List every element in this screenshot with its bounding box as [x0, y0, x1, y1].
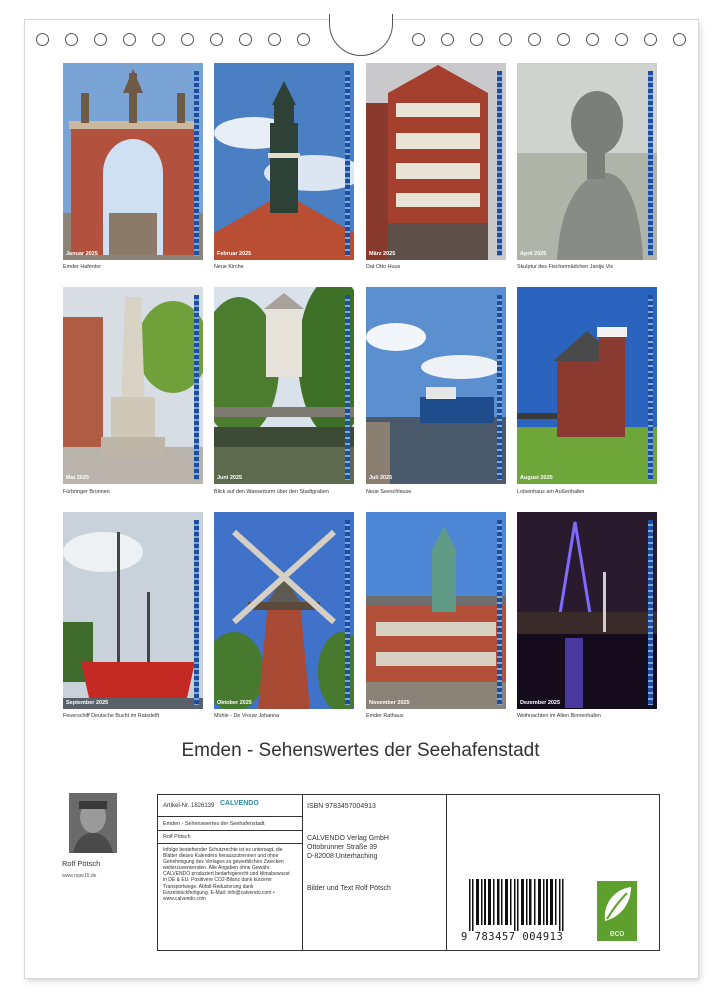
photo-june-water-tower: Juni 2025	[214, 287, 354, 484]
photo-caption: Neue Kirche	[214, 264, 244, 270]
month-label: März 2025	[369, 251, 396, 257]
divider	[158, 843, 302, 844]
binding-hole	[499, 33, 512, 46]
divider	[158, 816, 302, 817]
photo-caption: Skulptur des Fischermädchen Jantje Vis	[517, 264, 614, 270]
publisher-name: CALVENDO Verlag GmbH	[307, 835, 389, 842]
calendar-title-small: Emden - Sehenswertes der Seehafenstadt	[163, 821, 265, 827]
photo-december-christmas-harbor: Dezember 2025	[517, 512, 657, 709]
photo-caption: Mühle - De Vrouw Johanna	[214, 713, 280, 719]
binding-hole	[123, 33, 136, 46]
month-calendar-strip	[648, 295, 653, 480]
binding-holes	[0, 0, 721, 60]
binding-hole	[210, 33, 223, 46]
binding-hole	[297, 33, 310, 46]
author-website: www.rope15.de	[62, 873, 97, 879]
calendar-title: Emden - Sehenswertes der Seehafenstadt	[181, 740, 540, 761]
month-calendar-strip	[345, 295, 350, 480]
photo-caption: Emder Rathaus	[366, 713, 404, 719]
photo-september-lightship: September 2025	[63, 512, 203, 709]
photo-caption: Neue Seeschleuse	[366, 489, 412, 495]
photo-august-pilot-house: August 2025	[517, 287, 657, 484]
photo-february-new-church: Februar 2025	[214, 63, 354, 260]
photo-caption: Lotsenhaus am Außenhafen	[517, 489, 585, 495]
author-line: Rolf Pötsch	[163, 834, 191, 840]
photo-january-harbor-gate: Januar 2025	[63, 63, 203, 260]
binding-hole	[152, 33, 165, 46]
month-label: Oktober 2025	[217, 700, 252, 706]
photo-caption: Weihnachten im Alten Binnenhafen	[517, 713, 601, 719]
month-calendar-strip	[345, 71, 350, 256]
eco-label: eco	[609, 928, 625, 938]
binding-hole	[441, 33, 454, 46]
isbn-barcode: 9 783457 004913	[461, 879, 565, 945]
photo-caption: Emder Hafentor	[63, 264, 102, 270]
binding-hole	[412, 33, 425, 46]
month-label: April 2025	[520, 251, 547, 257]
month-label: November 2025	[369, 700, 410, 706]
info-column-middle: ISBN 9783457004913 CALVENDO Verlag GmbH …	[302, 795, 447, 950]
month-calendar-strip	[648, 71, 653, 256]
month-calendar-strip	[194, 71, 199, 256]
month-label: Mai 2025	[66, 475, 89, 481]
month-label: August 2025	[520, 475, 553, 481]
info-column-left: Artikel-Nr. 1826139 CALVENDO Emden - Seh…	[158, 795, 303, 950]
photo-april-sculpture: April 2025	[517, 63, 657, 260]
photo-march-otto-huus: März 2025	[366, 63, 506, 260]
month-calendar-strip	[194, 520, 199, 705]
isbn: ISBN 9783457004913	[307, 803, 376, 810]
month-calendar-strip	[497, 71, 502, 256]
month-label: Januar 2025	[66, 251, 98, 257]
month-label: Dezember 2025	[520, 700, 561, 706]
author-name: Rolf Pötsch	[62, 859, 101, 868]
month-label: September 2025	[66, 700, 109, 706]
photo-caption: Dat Otto Huus	[366, 264, 401, 270]
publisher-info-box: Artikel-Nr. 1826139 CALVENDO Emden - Seh…	[157, 794, 660, 951]
publisher-city: D-82008 Unterhaching	[307, 853, 378, 860]
author-portrait	[69, 793, 117, 853]
binding-hole	[673, 33, 686, 46]
binding-hole	[239, 33, 252, 46]
binding-hole	[470, 33, 483, 46]
binding-hole	[268, 33, 281, 46]
month-calendar-strip	[648, 520, 653, 705]
photo-october-windmill: Oktober 2025	[214, 512, 354, 709]
photo-caption: Feuerschiff Deutsche Bucht im Ratsdelft	[63, 713, 160, 719]
binding-hole	[644, 33, 657, 46]
barcode-number: 9 783457 004913	[461, 931, 564, 943]
binding-hole	[36, 33, 49, 46]
photo-caption: Fürbringer Brunnen	[63, 489, 110, 495]
publisher-street: Ottobrunner Straße 39	[307, 844, 378, 851]
hanger-notch	[329, 14, 393, 56]
binding-hole	[615, 33, 628, 46]
month-calendar-strip	[497, 295, 502, 480]
month-calendar-strip	[345, 520, 350, 705]
binding-hole	[557, 33, 570, 46]
month-label: Juli 2025	[369, 475, 393, 481]
eco-badge: eco	[597, 881, 637, 941]
photo-caption: Blick auf den Wasserturm über den Stadtg…	[214, 489, 329, 495]
photo-july-sea-lock: Juli 2025	[366, 287, 506, 484]
photo-may-fountain: Mai 2025	[63, 287, 203, 484]
binding-hole	[181, 33, 194, 46]
calvendo-logo: CALVENDO	[220, 800, 259, 807]
month-label: Juni 2025	[217, 475, 243, 481]
binding-hole	[528, 33, 541, 46]
binding-hole	[65, 33, 78, 46]
image-credits: Bilder und Text Rolf Pötsch	[307, 885, 391, 892]
binding-hole	[586, 33, 599, 46]
barcode-bars	[469, 879, 564, 931]
article-number: Artikel-Nr. 1826139	[163, 803, 215, 809]
month-calendar-strip	[194, 295, 199, 480]
leaf-icon	[604, 887, 631, 921]
photo-november-town-hall: November 2025	[366, 512, 506, 709]
month-label: Februar 2025	[217, 251, 252, 257]
legal-notice: Infolge bestehender Schutzrechte ist es …	[163, 847, 290, 902]
binding-hole	[94, 33, 107, 46]
month-calendar-strip	[497, 520, 502, 705]
divider	[158, 830, 302, 831]
